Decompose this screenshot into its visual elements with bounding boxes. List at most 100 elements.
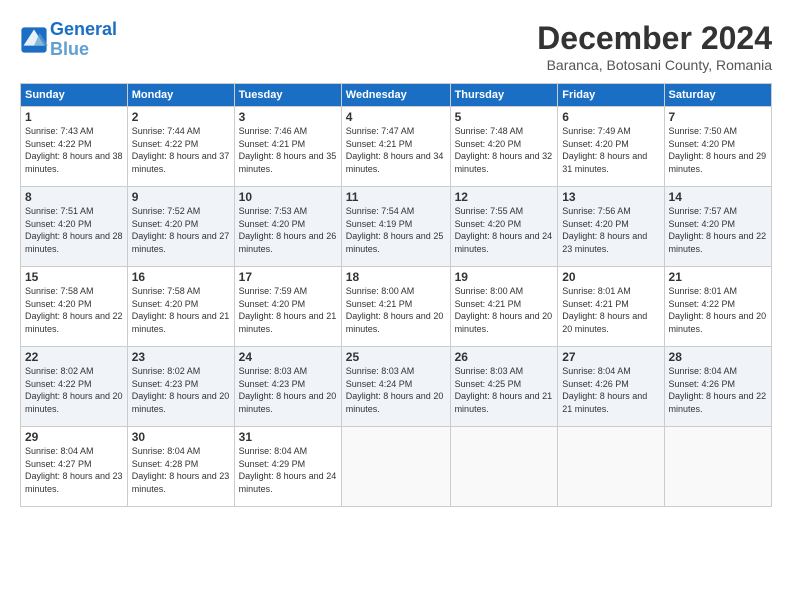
calendar-week-row: 1 Sunrise: 7:43 AMSunset: 4:22 PMDayligh… [21,107,772,187]
day-info: Sunrise: 7:46 AMSunset: 4:21 PMDaylight:… [239,126,337,174]
day-number: 8 [25,190,123,204]
calendar-cell: 26 Sunrise: 8:03 AMSunset: 4:25 PMDaylig… [450,347,558,427]
day-number: 13 [562,190,659,204]
calendar-cell [664,427,771,507]
calendar-cell: 29 Sunrise: 8:04 AMSunset: 4:27 PMDaylig… [21,427,128,507]
day-info: Sunrise: 8:04 AMSunset: 4:28 PMDaylight:… [132,446,230,494]
day-number: 10 [239,190,337,204]
header: GeneralBlue December 2024 Baranca, Botos… [20,20,772,73]
day-info: Sunrise: 8:04 AMSunset: 4:26 PMDaylight:… [562,366,647,414]
day-number: 12 [455,190,554,204]
calendar-day-header: Friday [558,84,664,107]
day-info: Sunrise: 8:03 AMSunset: 4:23 PMDaylight:… [239,366,337,414]
day-info: Sunrise: 8:01 AMSunset: 4:21 PMDaylight:… [562,286,647,334]
calendar-cell: 27 Sunrise: 8:04 AMSunset: 4:26 PMDaylig… [558,347,664,427]
day-number: 4 [346,110,446,124]
calendar-cell: 8 Sunrise: 7:51 AMSunset: 4:20 PMDayligh… [21,187,128,267]
day-info: Sunrise: 8:00 AMSunset: 4:21 PMDaylight:… [346,286,444,334]
calendar-cell: 30 Sunrise: 8:04 AMSunset: 4:28 PMDaylig… [127,427,234,507]
day-number: 22 [25,350,123,364]
day-number: 9 [132,190,230,204]
calendar-week-row: 8 Sunrise: 7:51 AMSunset: 4:20 PMDayligh… [21,187,772,267]
day-info: Sunrise: 7:49 AMSunset: 4:20 PMDaylight:… [562,126,647,174]
day-number: 14 [669,190,767,204]
calendar-day-header: Wednesday [341,84,450,107]
calendar-cell: 13 Sunrise: 7:56 AMSunset: 4:20 PMDaylig… [558,187,664,267]
day-number: 24 [239,350,337,364]
calendar-cell: 17 Sunrise: 7:59 AMSunset: 4:20 PMDaylig… [234,267,341,347]
day-info: Sunrise: 7:58 AMSunset: 4:20 PMDaylight:… [25,286,123,334]
calendar-cell: 25 Sunrise: 8:03 AMSunset: 4:24 PMDaylig… [341,347,450,427]
day-info: Sunrise: 7:53 AMSunset: 4:20 PMDaylight:… [239,206,337,254]
calendar-cell: 2 Sunrise: 7:44 AMSunset: 4:22 PMDayligh… [127,107,234,187]
calendar-week-row: 29 Sunrise: 8:04 AMSunset: 4:27 PMDaylig… [21,427,772,507]
calendar-cell: 19 Sunrise: 8:00 AMSunset: 4:21 PMDaylig… [450,267,558,347]
calendar-cell: 14 Sunrise: 7:57 AMSunset: 4:20 PMDaylig… [664,187,771,267]
day-info: Sunrise: 7:57 AMSunset: 4:20 PMDaylight:… [669,206,767,254]
day-info: Sunrise: 8:04 AMSunset: 4:27 PMDaylight:… [25,446,123,494]
day-number: 26 [455,350,554,364]
day-info: Sunrise: 8:02 AMSunset: 4:23 PMDaylight:… [132,366,230,414]
day-number: 2 [132,110,230,124]
title-block: December 2024 Baranca, Botosani County, … [537,20,772,73]
day-number: 27 [562,350,659,364]
day-number: 29 [25,430,123,444]
calendar-week-row: 22 Sunrise: 8:02 AMSunset: 4:22 PMDaylig… [21,347,772,427]
day-number: 21 [669,270,767,284]
location-subtitle: Baranca, Botosani County, Romania [537,57,772,73]
calendar-cell: 4 Sunrise: 7:47 AMSunset: 4:21 PMDayligh… [341,107,450,187]
day-info: Sunrise: 8:03 AMSunset: 4:24 PMDaylight:… [346,366,444,414]
calendar-week-row: 15 Sunrise: 7:58 AMSunset: 4:20 PMDaylig… [21,267,772,347]
month-title: December 2024 [537,20,772,57]
day-number: 17 [239,270,337,284]
calendar-cell: 24 Sunrise: 8:03 AMSunset: 4:23 PMDaylig… [234,347,341,427]
day-number: 5 [455,110,554,124]
day-info: Sunrise: 7:51 AMSunset: 4:20 PMDaylight:… [25,206,123,254]
calendar-cell: 11 Sunrise: 7:54 AMSunset: 4:19 PMDaylig… [341,187,450,267]
calendar-cell: 23 Sunrise: 8:02 AMSunset: 4:23 PMDaylig… [127,347,234,427]
calendar-day-header: Monday [127,84,234,107]
general-blue-logo-icon [20,26,48,54]
calendar-cell: 15 Sunrise: 7:58 AMSunset: 4:20 PMDaylig… [21,267,128,347]
logo-text: GeneralBlue [50,20,117,60]
logo: GeneralBlue [20,20,117,60]
day-number: 3 [239,110,337,124]
day-info: Sunrise: 7:44 AMSunset: 4:22 PMDaylight:… [132,126,230,174]
calendar-cell: 20 Sunrise: 8:01 AMSunset: 4:21 PMDaylig… [558,267,664,347]
day-info: Sunrise: 7:56 AMSunset: 4:20 PMDaylight:… [562,206,647,254]
day-number: 18 [346,270,446,284]
calendar-cell: 31 Sunrise: 8:04 AMSunset: 4:29 PMDaylig… [234,427,341,507]
day-info: Sunrise: 8:02 AMSunset: 4:22 PMDaylight:… [25,366,123,414]
day-info: Sunrise: 7:43 AMSunset: 4:22 PMDaylight:… [25,126,123,174]
calendar-cell: 16 Sunrise: 7:58 AMSunset: 4:20 PMDaylig… [127,267,234,347]
day-number: 7 [669,110,767,124]
day-number: 30 [132,430,230,444]
page: GeneralBlue December 2024 Baranca, Botos… [0,0,792,612]
day-number: 23 [132,350,230,364]
day-number: 16 [132,270,230,284]
day-info: Sunrise: 8:04 AMSunset: 4:26 PMDaylight:… [669,366,767,414]
calendar-cell [558,427,664,507]
day-number: 19 [455,270,554,284]
day-info: Sunrise: 8:00 AMSunset: 4:21 PMDaylight:… [455,286,553,334]
day-number: 1 [25,110,123,124]
calendar-cell: 21 Sunrise: 8:01 AMSunset: 4:22 PMDaylig… [664,267,771,347]
calendar-table: SundayMondayTuesdayWednesdayThursdayFrid… [20,83,772,507]
calendar-cell: 7 Sunrise: 7:50 AMSunset: 4:20 PMDayligh… [664,107,771,187]
day-info: Sunrise: 7:54 AMSunset: 4:19 PMDaylight:… [346,206,444,254]
day-info: Sunrise: 7:52 AMSunset: 4:20 PMDaylight:… [132,206,230,254]
calendar-header-row: SundayMondayTuesdayWednesdayThursdayFrid… [21,84,772,107]
calendar-cell [341,427,450,507]
day-info: Sunrise: 7:48 AMSunset: 4:20 PMDaylight:… [455,126,553,174]
calendar-day-header: Tuesday [234,84,341,107]
day-info: Sunrise: 8:01 AMSunset: 4:22 PMDaylight:… [669,286,767,334]
calendar-cell: 3 Sunrise: 7:46 AMSunset: 4:21 PMDayligh… [234,107,341,187]
calendar-cell: 9 Sunrise: 7:52 AMSunset: 4:20 PMDayligh… [127,187,234,267]
calendar-cell: 5 Sunrise: 7:48 AMSunset: 4:20 PMDayligh… [450,107,558,187]
day-info: Sunrise: 7:50 AMSunset: 4:20 PMDaylight:… [669,126,767,174]
day-info: Sunrise: 8:04 AMSunset: 4:29 PMDaylight:… [239,446,337,494]
calendar-day-header: Sunday [21,84,128,107]
day-number: 31 [239,430,337,444]
day-number: 6 [562,110,659,124]
calendar-cell: 12 Sunrise: 7:55 AMSunset: 4:20 PMDaylig… [450,187,558,267]
